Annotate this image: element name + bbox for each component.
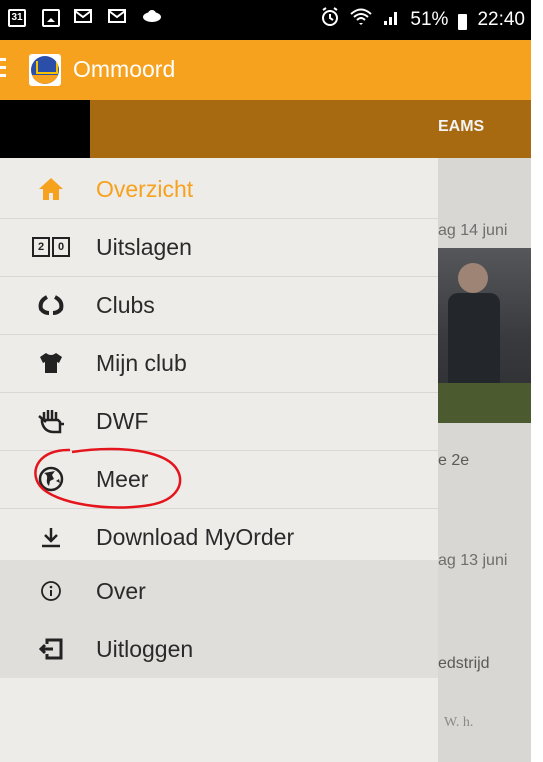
- mail-icon: [108, 9, 126, 27]
- menu-item-uitslagen[interactable]: 20 Uitslagen: [0, 218, 438, 277]
- status-bar: 31 51% 22:40: [0, 0, 531, 40]
- menu-item-over[interactable]: Over: [0, 562, 438, 621]
- menu-item-label: DWF: [96, 407, 149, 434]
- phone-screen: 31 51% 22:40 Ommoord EAMS ag 14 juni e 2…: [0, 0, 531, 762]
- battery-percent: 51%: [410, 9, 449, 30]
- calendar-icon: 31: [8, 9, 26, 27]
- menu-icon[interactable]: [0, 58, 6, 82]
- navigation-drawer: Overzicht 20 Uitslagen Clubs Mijn club D…: [0, 158, 438, 762]
- menu-item-label: Mijn club: [96, 349, 187, 376]
- logout-icon: [36, 634, 66, 664]
- scoreboard-icon: 20: [32, 232, 70, 262]
- menu-item-dwf[interactable]: DWF: [0, 392, 438, 451]
- menu-item-uitloggen[interactable]: Uitloggen: [0, 620, 438, 678]
- app-bar: Ommoord: [0, 40, 531, 100]
- menu-item-label: Uitloggen: [96, 635, 194, 662]
- signal-icon: [382, 8, 400, 32]
- image-icon: [42, 9, 60, 27]
- match-label: edstrijd: [438, 655, 490, 672]
- info-icon: [36, 576, 66, 606]
- menu-item-label: Overzicht: [96, 175, 194, 202]
- menu-item-label: Uitslagen: [96, 233, 192, 260]
- home-icon: [36, 174, 66, 204]
- app-title: Ommoord: [73, 56, 176, 82]
- tab-bar: EAMS: [0, 100, 531, 158]
- laurel-icon: [36, 290, 66, 320]
- menu-item-meer[interactable]: Meer: [0, 450, 438, 509]
- menu-item-overzicht[interactable]: Overzicht: [0, 160, 438, 219]
- wifi-icon: [350, 7, 373, 33]
- tab-indicator: [0, 100, 90, 158]
- mail-icon: [74, 9, 92, 27]
- menu-item-label: Clubs: [96, 291, 155, 318]
- alarm-icon: [320, 7, 340, 33]
- download-icon: [36, 522, 66, 552]
- status-right: 51% 22:40: [320, 0, 525, 40]
- match-photo: [438, 248, 531, 423]
- menu-item-label: Meer: [96, 465, 149, 492]
- menu-item-label: Download MyOrder: [96, 523, 295, 550]
- match-team: e 2e: [438, 452, 470, 469]
- menu-item-label: Over: [96, 577, 146, 604]
- menu-item-clubs[interactable]: Clubs: [0, 276, 438, 335]
- club-logo: [29, 54, 61, 86]
- globe-icon: [36, 464, 66, 494]
- tab-teams[interactable]: EAMS: [438, 118, 484, 136]
- sponsor-logo: W. h.: [444, 715, 474, 730]
- clock: 22:40: [477, 9, 525, 30]
- hand-icon: [36, 406, 66, 436]
- match-date: ag 14 juni: [438, 222, 508, 239]
- match-date: ag 13 juni: [438, 552, 508, 569]
- menu-item-download-myorder[interactable]: Download MyOrder: [0, 508, 438, 566]
- menu-item-mijn-club[interactable]: Mijn club: [0, 334, 438, 393]
- battery-icon: [458, 14, 468, 30]
- shirt-icon: [36, 348, 66, 378]
- cloud-icon: [142, 9, 161, 27]
